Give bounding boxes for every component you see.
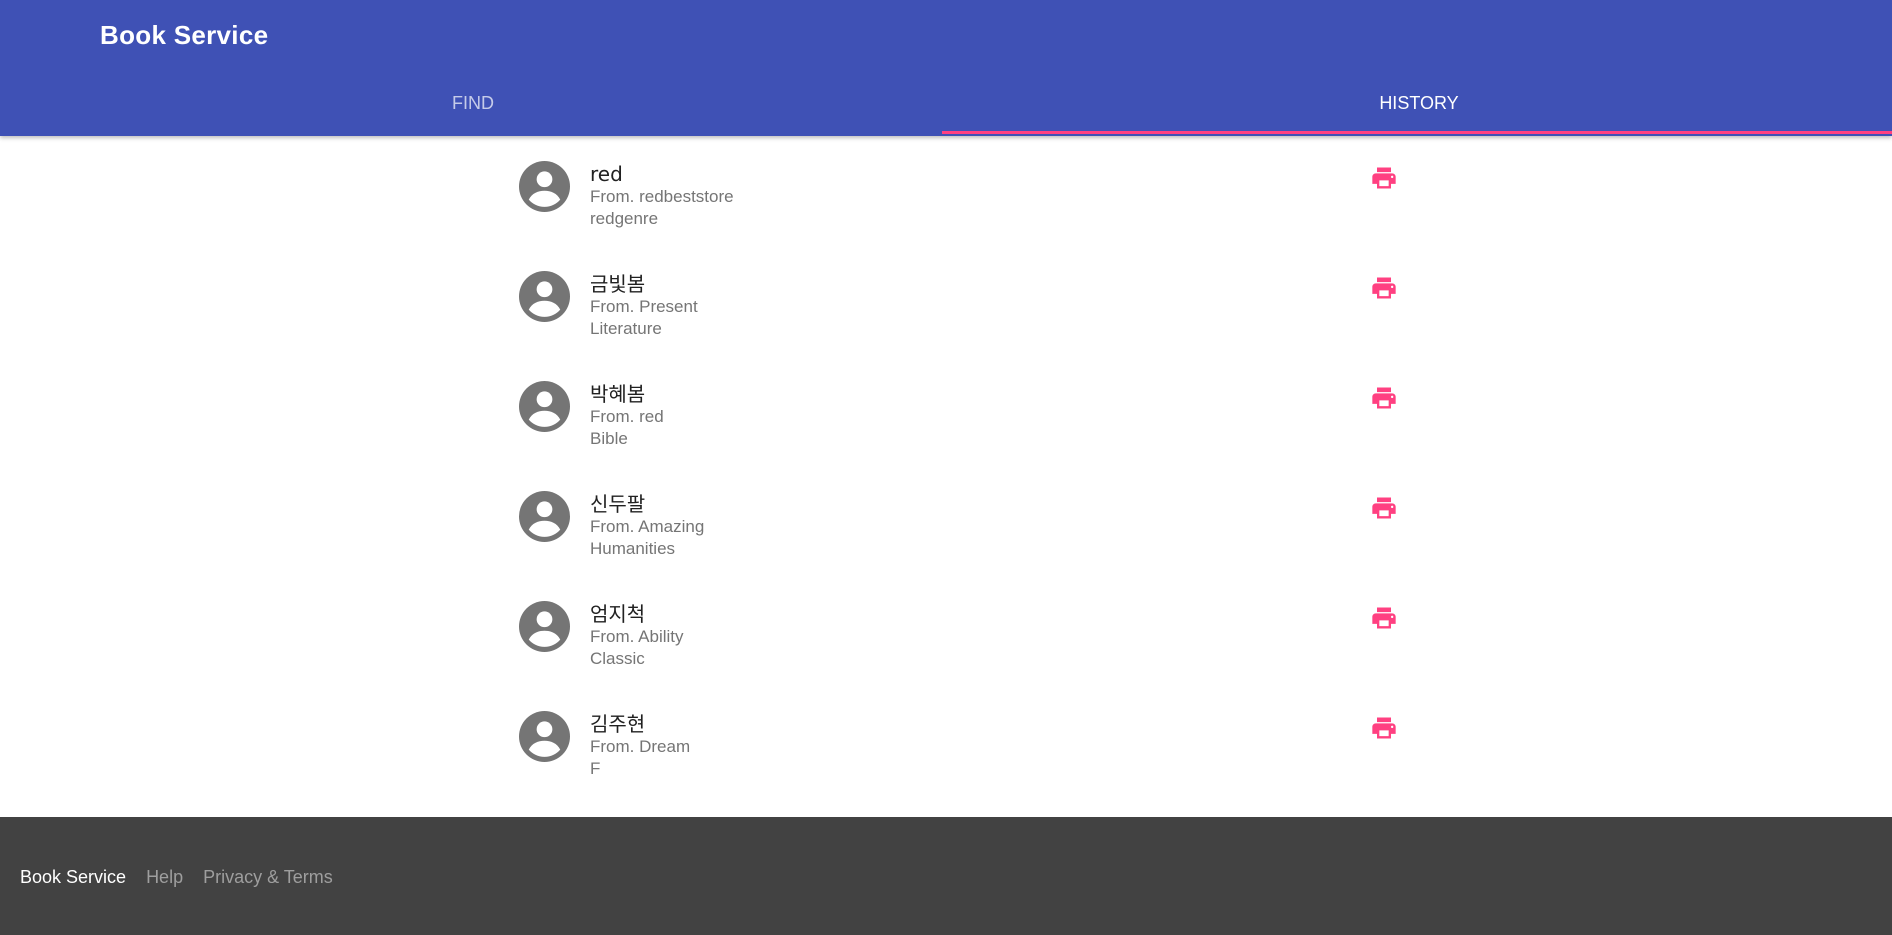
account-circle-icon [519,711,570,762]
history-item-text: 박혜봄 From. red Bible [590,382,664,450]
print-icon[interactable] [1370,384,1398,412]
history-item-genre: redgenre [590,209,659,228]
history-item-genre: Classic [590,649,645,668]
account-circle-icon [519,161,570,212]
print-icon[interactable] [1370,494,1398,522]
history-item-title: 신두팔 [590,492,646,516]
history-item-text: 금빛봄 From. Present Literature [590,272,698,340]
account-circle-icon [519,271,570,322]
history-item-genre: Humanities [590,539,676,558]
footer: Book Service Help Privacy & Terms [0,817,1892,935]
history-item-from: From. Ability [590,627,684,646]
app-header: Book Service FIND HISTORY [0,0,1892,136]
history-item-from: From. redbeststore [590,187,734,206]
account-circle-icon [519,381,570,432]
history-item-from: From. red [590,407,664,426]
history-item-title: 박혜봄 [590,382,646,406]
history-list: red From. redbeststore redgenre 금빛봄 From… [0,136,1892,796]
active-tab-indicator [942,131,1892,134]
footer-help-link[interactable]: Help [146,867,183,888]
footer-links: Book Service Help Privacy & Terms [20,867,333,888]
history-item-text: 엄지척 From. Ability Classic [590,602,684,670]
history-list-item: 엄지척 From. Ability Classic [0,576,1892,686]
history-item-from: From. Dream [590,737,691,756]
history-list-item: red From. redbeststore redgenre [0,136,1892,246]
history-item-title: 금빛봄 [590,272,646,296]
app-title: Book Service [100,20,269,50]
footer-privacy-link[interactable]: Privacy & Terms [203,867,333,888]
history-item-title: 김주현 [590,712,646,736]
history-item-text: 신두팔 From. Amazing Humanities [590,492,704,560]
history-item-text: 김주현 From. Dream F [590,712,690,780]
history-item-genre: Bible [590,429,628,448]
account-circle-icon [519,491,570,542]
history-list-item: 박혜봄 From. red Bible [0,356,1892,466]
tab-history[interactable]: HISTORY [946,70,1892,136]
print-icon[interactable] [1370,274,1398,302]
history-item-from: From. Present [590,297,698,316]
history-item-title: 엄지척 [590,602,646,626]
history-list-item: 신두팔 From. Amazing Humanities [0,466,1892,576]
history-list-item: 금빛봄 From. Present Literature [0,246,1892,356]
print-icon[interactable] [1370,164,1398,192]
footer-brand[interactable]: Book Service [20,867,126,888]
print-icon[interactable] [1370,604,1398,632]
print-icon[interactable] [1370,714,1398,742]
tab-bar: FIND HISTORY [0,70,1892,136]
history-item-genre: F [590,759,601,778]
tab-find[interactable]: FIND [0,70,946,136]
history-item-genre: Literature [590,319,662,338]
account-circle-icon [519,601,570,652]
history-list-item: 김주현 From. Dream F [0,686,1892,796]
history-item-text: red From. redbeststore redgenre [590,162,734,230]
history-item-title: red [590,162,623,186]
history-item-from: From. Amazing [590,517,705,536]
